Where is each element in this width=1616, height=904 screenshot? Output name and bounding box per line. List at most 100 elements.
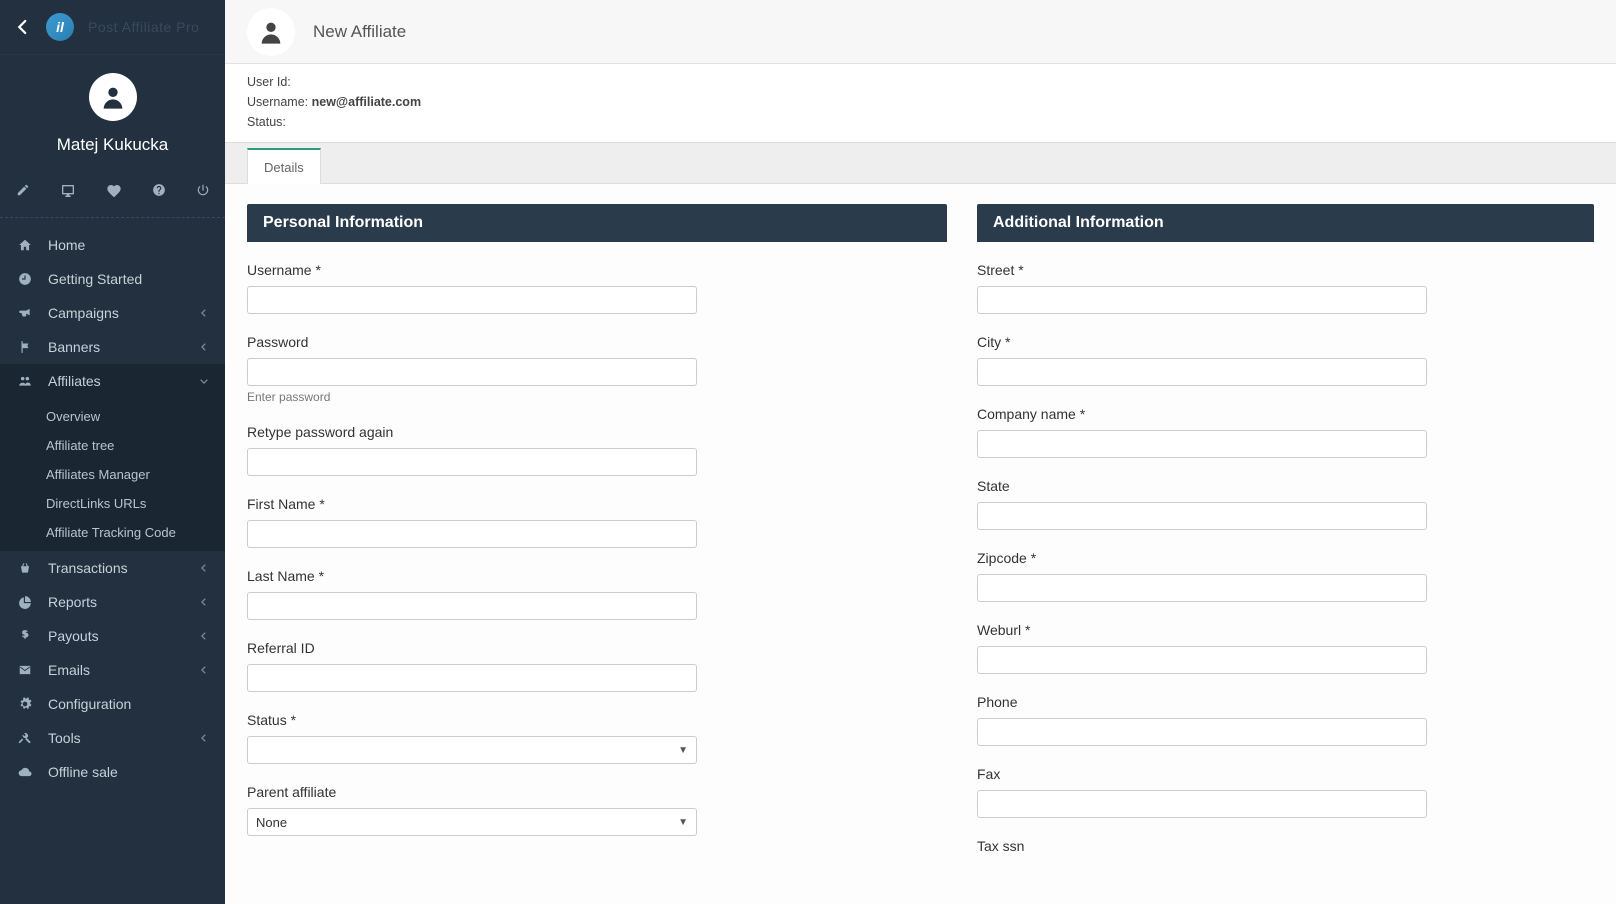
- fax-input[interactable]: [977, 790, 1427, 818]
- subnav-affiliates: Overview Affiliate tree Affiliates Manag…: [0, 398, 225, 551]
- username-input[interactable]: [247, 286, 697, 314]
- subnav-item-affiliate-tree[interactable]: Affiliate tree: [0, 431, 225, 460]
- status-label: Status:: [247, 115, 286, 129]
- status-field-label: Status *: [247, 712, 947, 728]
- tab-details[interactable]: Details: [247, 148, 321, 184]
- users-icon: [16, 374, 34, 388]
- subnav-item-affiliates-manager[interactable]: Affiliates Manager: [0, 460, 225, 489]
- sidebar-item-getting-started[interactable]: Getting Started: [0, 262, 225, 296]
- sidebar: il Post Affiliate Pro Matej Kukucka Home: [0, 0, 225, 904]
- chevron-left-icon: [199, 665, 209, 675]
- sidebar-item-label: Payouts: [48, 628, 199, 644]
- zipcode-input[interactable]: [977, 574, 1427, 602]
- avatar[interactable]: [89, 73, 137, 121]
- brand-logo-icon: il: [46, 13, 74, 41]
- sidebar-item-label: Getting Started: [48, 271, 209, 287]
- firstname-input[interactable]: [247, 520, 697, 548]
- caret-down-icon: ▼: [678, 745, 688, 756]
- chevron-down-icon: [199, 376, 209, 386]
- sidebar-item-home[interactable]: Home: [0, 228, 225, 262]
- back-icon[interactable]: [14, 18, 32, 36]
- weburl-field-label: Weburl *: [977, 622, 1594, 638]
- sidebar-item-banners[interactable]: Banners: [0, 330, 225, 364]
- referral-input[interactable]: [247, 664, 697, 692]
- panel-heading: Personal Information: [247, 204, 947, 242]
- subnav-item-overview[interactable]: Overview: [0, 402, 225, 431]
- status-select[interactable]: ▼: [247, 736, 697, 764]
- sidebar-item-affiliates[interactable]: Affiliates: [0, 364, 225, 398]
- home-icon: [16, 238, 34, 252]
- zipcode-field-label: Zipcode *: [977, 550, 1594, 566]
- sidebar-item-label: Banners: [48, 339, 199, 355]
- sidebar-item-transactions[interactable]: Transactions: [0, 551, 225, 585]
- lastname-field-label: Last Name *: [247, 568, 947, 584]
- sidebar-item-configuration[interactable]: Configuration: [0, 687, 225, 721]
- sidebar-item-offline-sale[interactable]: Offline sale: [0, 755, 225, 789]
- profile-name: Matej Kukucka: [57, 135, 169, 155]
- basket-icon: [16, 561, 34, 575]
- sidebar-item-label: Emails: [48, 662, 199, 678]
- userid-label: User Id:: [247, 75, 291, 89]
- power-icon[interactable]: [196, 183, 210, 199]
- monitor-icon[interactable]: [60, 183, 76, 199]
- chevron-left-icon: [199, 597, 209, 607]
- mail-icon: [16, 663, 34, 677]
- fax-field-label: Fax: [977, 766, 1594, 782]
- brand-text: Post Affiliate Pro: [88, 19, 199, 35]
- sidebar-item-label: Affiliates: [48, 373, 199, 389]
- profile-icons: [0, 165, 225, 217]
- sidebar-item-label: Transactions: [48, 560, 199, 576]
- heartbeat-icon[interactable]: [106, 183, 122, 199]
- parent-select-value: None: [256, 815, 287, 830]
- parent-affiliate-select[interactable]: None ▼: [247, 808, 697, 836]
- help-icon[interactable]: [152, 183, 166, 199]
- sidebar-item-label: Configuration: [48, 696, 209, 712]
- subnav-item-tracking-code[interactable]: Affiliate Tracking Code: [0, 518, 225, 547]
- username-field-label: Username *: [247, 262, 947, 278]
- chevron-left-icon: [199, 631, 209, 641]
- sidebar-item-campaigns[interactable]: Campaigns: [0, 296, 225, 330]
- parent-field-label: Parent affiliate: [247, 784, 947, 800]
- sidebar-top: il Post Affiliate Pro: [0, 0, 225, 55]
- sidebar-item-reports[interactable]: Reports: [0, 585, 225, 619]
- phone-field-label: Phone: [977, 694, 1594, 710]
- lastname-input[interactable]: [247, 592, 697, 620]
- chevron-left-icon: [199, 308, 209, 318]
- retype-field-label: Retype password again: [247, 424, 947, 440]
- company-input[interactable]: [977, 430, 1427, 458]
- personal-panel: Personal Information Username * Password…: [247, 204, 947, 874]
- state-input[interactable]: [977, 502, 1427, 530]
- referral-field-label: Referral ID: [247, 640, 947, 656]
- username-label: Username:: [247, 95, 308, 109]
- sidebar-item-label: Tools: [48, 730, 199, 746]
- content: Personal Information Username * Password…: [225, 184, 1616, 904]
- page-header: New Affiliate: [225, 0, 1616, 64]
- sidebar-item-tools[interactable]: Tools: [0, 721, 225, 755]
- caret-down-icon: ▼: [678, 817, 688, 828]
- page-title: New Affiliate: [313, 22, 406, 42]
- profile-block: Matej Kukucka: [0, 55, 225, 165]
- sidebar-item-label: Home: [48, 237, 209, 253]
- sidebar-item-label: Campaigns: [48, 305, 199, 321]
- firstname-field-label: First Name *: [247, 496, 947, 512]
- weburl-input[interactable]: [977, 646, 1427, 674]
- main: New Affiliate User Id: Username: new@aff…: [225, 0, 1616, 904]
- panel-heading: Additional Information: [977, 204, 1594, 242]
- street-field-label: Street *: [977, 262, 1594, 278]
- chevron-left-icon: [199, 342, 209, 352]
- edit-icon[interactable]: [16, 183, 30, 199]
- city-input[interactable]: [977, 358, 1427, 386]
- street-input[interactable]: [977, 286, 1427, 314]
- password-hint: Enter password: [247, 390, 947, 404]
- retype-password-input[interactable]: [247, 448, 697, 476]
- subnav-item-directlinks-urls[interactable]: DirectLinks URLs: [0, 489, 225, 518]
- phone-input[interactable]: [977, 718, 1427, 746]
- password-input[interactable]: [247, 358, 697, 386]
- city-field-label: City *: [977, 334, 1594, 350]
- clock-icon: [16, 272, 34, 286]
- nav: Home Getting Started Campaigns Banners A…: [0, 218, 225, 789]
- bullhorn-icon: [16, 306, 34, 320]
- sidebar-item-payouts[interactable]: Payouts: [0, 619, 225, 653]
- sidebar-item-emails[interactable]: Emails: [0, 653, 225, 687]
- cloud-icon: [16, 765, 34, 779]
